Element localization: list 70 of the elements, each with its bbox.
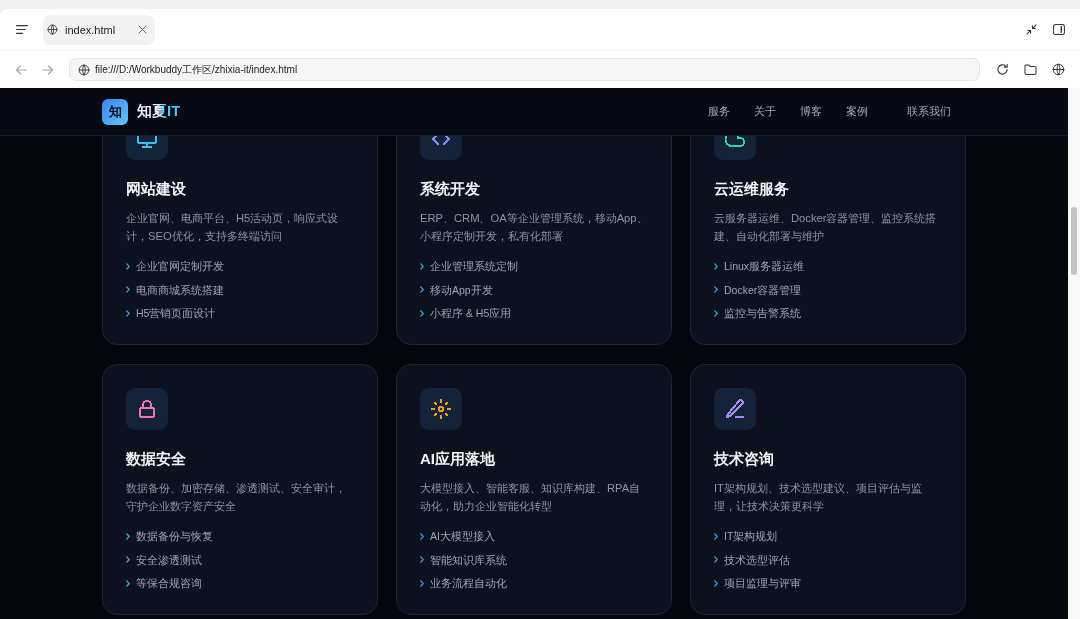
feature-item: AI大模型接入: [430, 529, 495, 544]
globe-icon: [78, 63, 90, 76]
feature-item: H5营销页面设计: [136, 306, 216, 321]
card-title: 云运维服务: [714, 179, 790, 199]
feature-item: IT架构规划: [724, 529, 778, 544]
card-title: 网站建设: [126, 179, 187, 199]
feature-item: 监控与告警系统: [724, 306, 801, 321]
feature-item: Docker容器管理: [724, 282, 802, 298]
chevron-icon: [714, 556, 718, 563]
chevron-icon: [126, 286, 130, 293]
browser-tab[interactable]: index.html: [43, 14, 155, 45]
feature-item: 电商商城系统搭建: [136, 282, 224, 298]
nav-link[interactable]: 博客: [800, 104, 822, 119]
chevron-icon: [714, 579, 718, 587]
card-title: 技术咨询: [714, 449, 775, 469]
feature-item: 技术选型评估: [724, 552, 790, 568]
chevron-icon: [420, 532, 424, 540]
card-title: 数据安全: [126, 449, 187, 469]
address-field[interactable]: file:///D:/Workbuddy工作区/zhixia-it/index.html: [69, 58, 980, 81]
feature-item: 移动App开发: [430, 282, 493, 298]
feature-item: 业务流程自动化: [430, 576, 507, 591]
feature-item: 企业官网定制开发: [136, 259, 224, 274]
chevron-icon: [126, 262, 130, 270]
nav-link[interactable]: 服务: [708, 104, 730, 119]
card-title: AI应用落地: [420, 449, 496, 469]
feature-item: 项目监理与评审: [724, 576, 801, 591]
menu-icon[interactable]: [16, 25, 28, 34]
chevron-icon: [420, 309, 424, 317]
feature-item: 数据备份与恢复: [136, 529, 213, 544]
card-description: 云服务器运维、Docker容器管理、监控系统搭建、自动化部署与维护: [714, 211, 938, 244]
globe-icon[interactable]: [1052, 63, 1065, 76]
feature-item: Linux服务器运维: [724, 259, 805, 274]
chevron-icon: [126, 556, 130, 563]
feature-item: 等保合规咨询: [136, 576, 202, 591]
card-description: ERP、CRM、OA等企业管理系统，移动App、小程序定制开发，私有化部署: [420, 211, 648, 244]
feature-item: 安全渗透测试: [136, 552, 202, 568]
reload-icon[interactable]: [996, 63, 1009, 76]
chevron-icon: [420, 286, 424, 293]
collapse-arrows-icon[interactable]: [1026, 24, 1037, 35]
card-description: IT架构规划、技术选型建议、项目评估与监理，让技术决策更科学: [714, 481, 923, 514]
feature-item: 智能知识库系统: [430, 552, 507, 568]
card-title: 系统开发: [420, 179, 481, 199]
brand-name[interactable]: 知夏IT: [137, 102, 181, 121]
chevron-icon: [126, 532, 130, 540]
chevron-icon: [420, 262, 424, 270]
nav-link[interactable]: 关于: [754, 104, 776, 119]
pen-icon: [714, 388, 756, 430]
folder-icon[interactable]: [1024, 64, 1037, 75]
chevron-icon: [420, 579, 424, 587]
lock-icon: [126, 388, 168, 430]
chevron-icon: [126, 579, 130, 587]
globe-icon: [47, 24, 58, 35]
contact-button[interactable]: 联系我们: [892, 98, 966, 125]
card-description: 大模型接入、智能客服、知识库构建、RPA自动化，助力企业智能化转型: [420, 481, 642, 514]
chevron-icon: [714, 286, 718, 293]
chevron-icon: [714, 262, 718, 270]
feature-item: 小程序 & H5应用: [430, 306, 512, 321]
card-description: 企业官网、电商平台、H5活动页，响应式设计，SEO优化，支持多终端访问: [126, 211, 340, 244]
sun-icon: [420, 388, 462, 430]
logo-mark: 知: [102, 98, 128, 125]
card-description: 数据备份、加密存储、渗透测试、安全审计，守护企业数字资产安全: [126, 481, 347, 514]
nav-link[interactable]: 案例: [846, 104, 868, 119]
chevron-icon: [714, 532, 718, 540]
feature-item: 企业管理系统定制: [430, 259, 518, 274]
scrollbar-thumb[interactable]: [1071, 207, 1077, 275]
chevron-icon: [420, 556, 424, 563]
chevron-icon: [714, 309, 718, 317]
close-icon[interactable]: [138, 25, 147, 34]
chevron-icon: [126, 309, 130, 317]
sidebar-icon[interactable]: [1053, 24, 1065, 35]
